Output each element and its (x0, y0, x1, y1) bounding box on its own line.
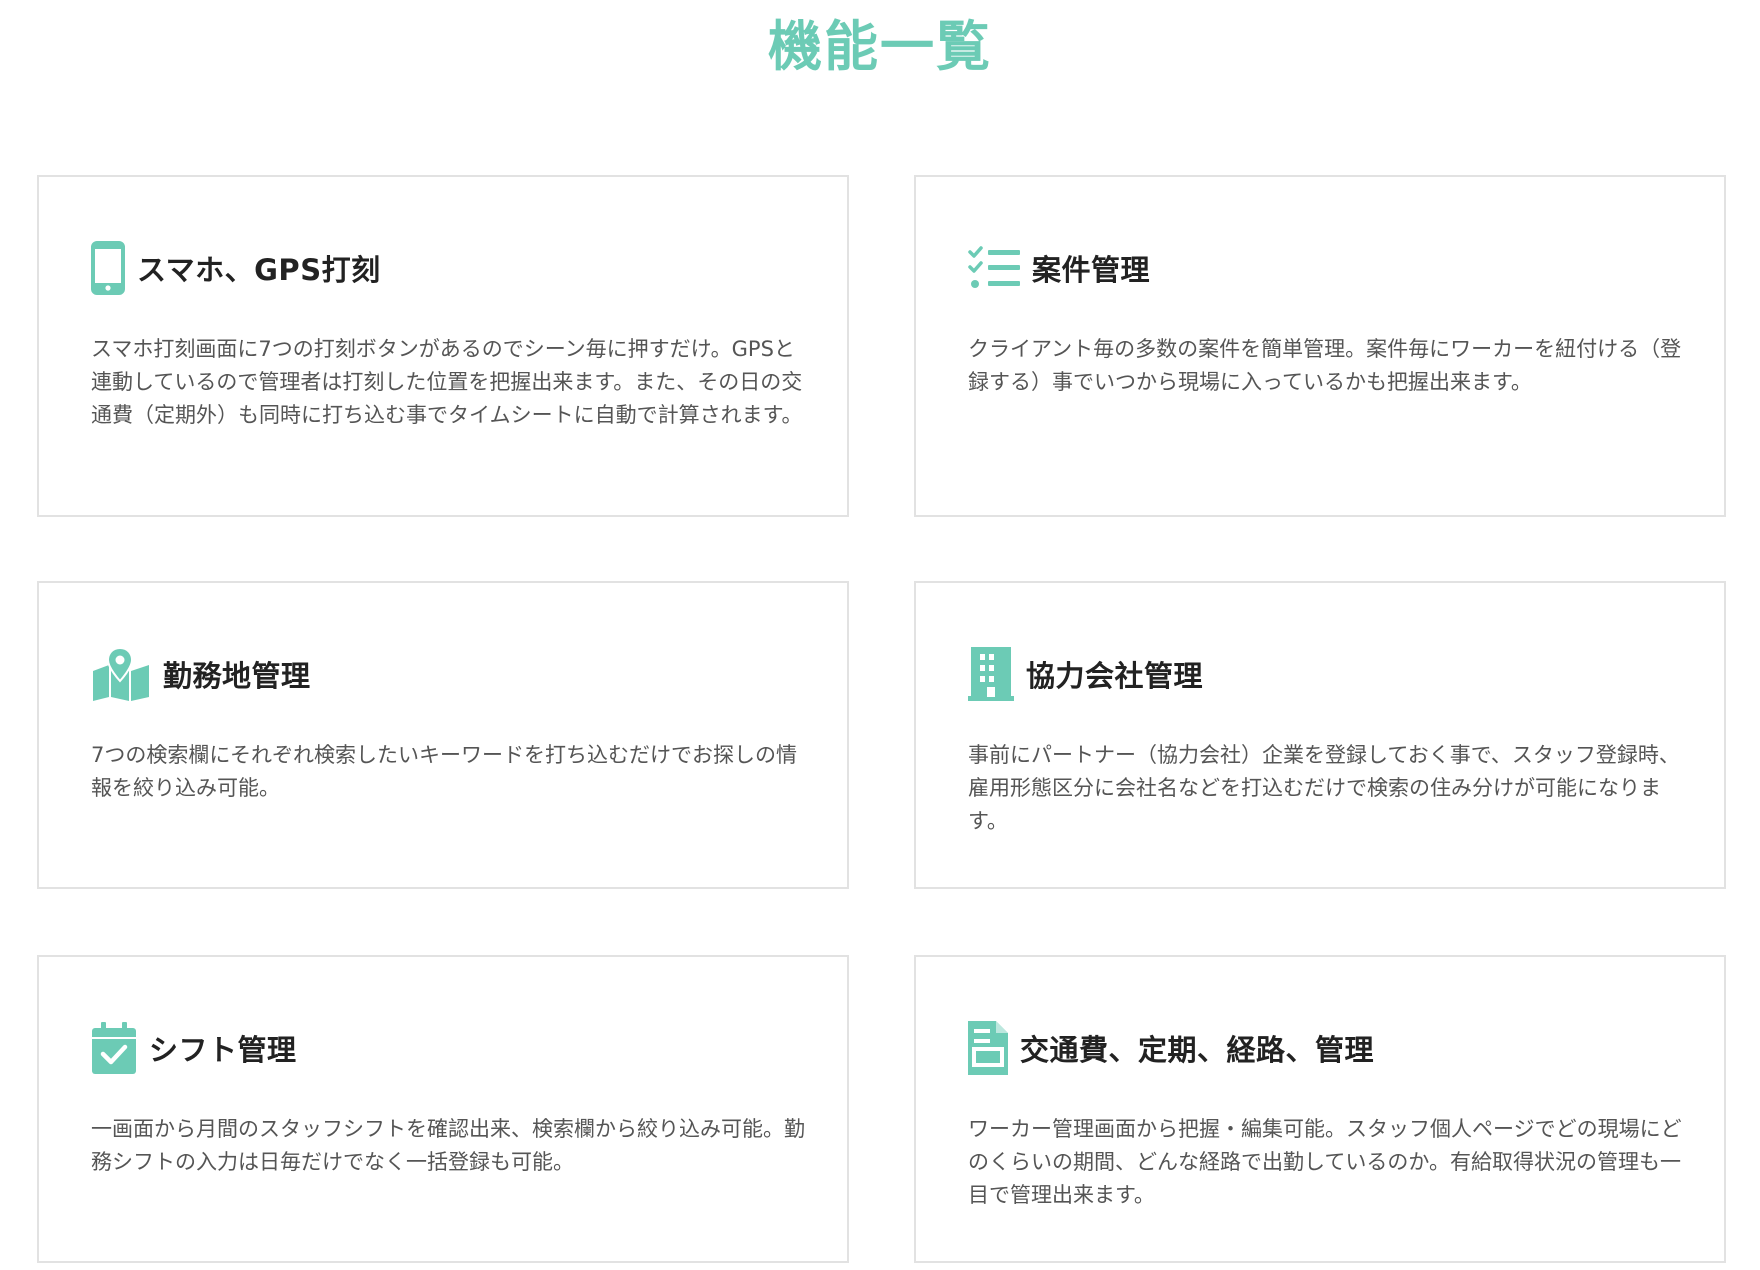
feature-card-header: 案件管理 (968, 239, 1150, 297)
feature-description: 事前にパートナー（協力会社）企業を登録しておく事で、スタッフ登録時、雇用形態区分… (968, 743, 1680, 833)
feature-card-partner-company-management: 協力会社管理 事前にパートナー（協力会社）企業を登録しておく事で、スタッフ登録時… (914, 581, 1726, 889)
feature-card-shift-management: シフト管理 一画面から月間のスタッフシフトを確認出来、検索欄から絞り込み可能。勤… (37, 955, 849, 1263)
feature-card-header: スマホ、GPS打刻 (91, 239, 381, 297)
feature-title: 案件管理 (1032, 253, 1151, 287)
feature-description: ワーカー管理画面から把握・編集可能。スタッフ個人ページでどの現場にどのくらいの期… (968, 1117, 1682, 1207)
feature-title: スマホ、GPS打刻 (137, 253, 381, 287)
feature-description: クライアント毎の多数の案件を簡単管理。案件毎にワーカーを紐付ける（登録する）事で… (968, 337, 1682, 394)
feature-card-transport-expense-management: 交通費、定期、経路、管理 ワーカー管理画面から把握・編集可能。スタッフ個人ページ… (914, 955, 1726, 1263)
feature-description: 一画面から月間のスタッフシフトを確認出来、検索欄から絞り込み可能。勤務シフトの入… (91, 1117, 805, 1174)
feature-card-workplace-management: 勤務地管理 7つの検索欄にそれぞれ検索したいキーワードを打ち込むだけでお探しの情… (37, 581, 849, 889)
document-icon (968, 1021, 1008, 1075)
feature-card-gps-clock: スマホ、GPS打刻 スマホ打刻画面に7つの打刻ボタンがあるのでシーン毎に押すだけ… (37, 175, 849, 517)
feature-title: 交通費、定期、経路、管理 (1020, 1033, 1375, 1067)
smartphone-icon (91, 241, 125, 295)
feature-description: 7つの検索欄にそれぞれ検索したいキーワードを打ち込むだけでお探しの情報を絞り込み… (91, 743, 797, 800)
feature-title: 協力会社管理 (1026, 659, 1204, 693)
checklist-icon (968, 246, 1020, 290)
feature-card-header: シフト管理 (91, 1019, 297, 1077)
map-pin-icon (91, 647, 151, 701)
feature-card-header: 交通費、定期、経路、管理 (968, 1019, 1374, 1077)
feature-title: シフト管理 (149, 1033, 297, 1067)
building-icon (968, 647, 1014, 701)
calendar-check-icon (91, 1022, 137, 1074)
feature-card-project-management: 案件管理 クライアント毎の多数の案件を簡単管理。案件毎にワーカーを紐付ける（登録… (914, 175, 1726, 517)
feature-card-header: 協力会社管理 (968, 645, 1203, 703)
feature-card-header: 勤務地管理 (91, 645, 311, 703)
feature-title: 勤務地管理 (163, 659, 311, 693)
page-title: 機能一覧 (768, 15, 992, 78)
feature-description: スマホ打刻画面に7つの打刻ボタンがあるのでシーン毎に押すだけ。GPSと連動してい… (91, 337, 803, 427)
